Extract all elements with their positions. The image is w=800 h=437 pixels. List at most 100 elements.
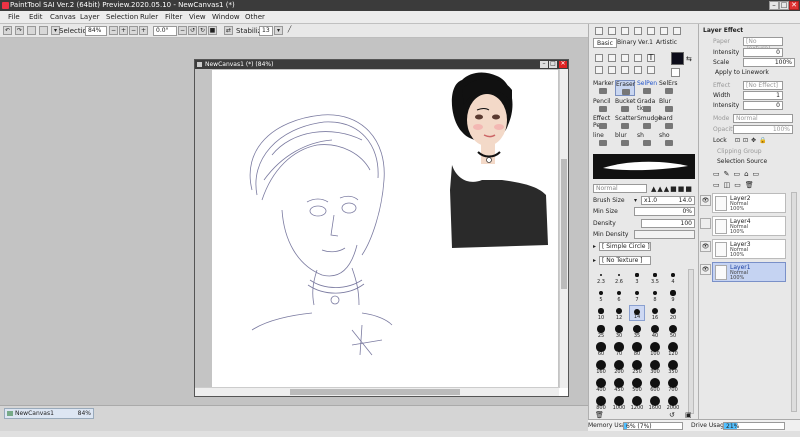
brush-size-option[interactable]: 1000	[611, 395, 627, 411]
brush-size-option[interactable]: 25	[593, 323, 609, 339]
zoom-fit-icon[interactable]: +	[139, 26, 148, 35]
hand-tool-icon[interactable]	[634, 66, 642, 74]
brush-size-option[interactable]: 10	[593, 305, 609, 321]
min-density-slider[interactable]	[634, 230, 695, 239]
zoom-out-icon[interactable]: −	[109, 26, 118, 35]
canvas-area[interactable]	[195, 69, 568, 388]
menu-canvas[interactable]: Canvas	[50, 13, 76, 21]
layer-action-icons-2[interactable]: ▭◫▭🗑	[713, 181, 758, 189]
tool-selers[interactable]: SelErs	[659, 80, 679, 96]
brush-size-option[interactable]: 20	[665, 305, 681, 321]
canvas-maximize-button[interactable]: □	[549, 61, 557, 68]
color-extra-icon[interactable]	[673, 27, 681, 35]
intensity-field[interactable]: 0	[743, 48, 783, 57]
tool-gradation[interactable]: Grada tion	[637, 98, 657, 114]
reset-icon[interactable]: ↺	[669, 411, 675, 419]
minimize-button[interactable]: –	[769, 1, 779, 10]
brush-size-option[interactable]: 200	[611, 359, 627, 375]
brush-size-option[interactable]: 8	[647, 287, 663, 303]
layer-list-scrollbar[interactable]	[791, 192, 797, 412]
secondary-color-swatch[interactable]	[671, 68, 680, 77]
tab-artistic[interactable]: Artistic	[653, 38, 680, 48]
tool-blur[interactable]: Blur	[659, 98, 679, 114]
brush-shape-icons[interactable]: ▲▲▲■■■	[651, 185, 693, 193]
canvas-minimize-button[interactable]: –	[540, 61, 548, 68]
tool-marker[interactable]: Marker	[593, 80, 614, 96]
layer4-visibility-icon[interactable]	[700, 218, 711, 229]
layer-action-icons[interactable]: ▭✎▭⌂▭	[713, 170, 763, 178]
selection-source-checkbox[interactable]: Selection Source	[717, 158, 767, 165]
color-hsv-icon[interactable]	[621, 27, 629, 35]
brush-shape-select[interactable]: [ Simple Circle ]	[599, 242, 651, 251]
angle-field[interactable]: 0.0°	[153, 26, 177, 36]
text-tool-icon[interactable]: T	[647, 54, 655, 62]
menu-file[interactable]: File	[8, 13, 20, 21]
brush-size-option[interactable]: 2.3	[593, 269, 609, 285]
canvas-vertical-scrollbar[interactable]	[559, 69, 568, 388]
mode-select[interactable]: Normal	[733, 114, 793, 123]
canvas-title-bar[interactable]: NewCanvas1 (*) (84%) – □ ✕	[195, 60, 568, 69]
brush-size-option[interactable]: 400	[593, 377, 609, 393]
layer3-visibility-icon[interactable]: 👁	[700, 241, 711, 252]
menu-other[interactable]: Other	[245, 13, 265, 21]
eyedrop2-icon[interactable]	[647, 66, 655, 74]
trash-icon[interactable]: 🗑	[595, 411, 604, 419]
color-rgb-icon[interactable]	[608, 27, 616, 35]
brush-size-option[interactable]: 1600	[647, 395, 663, 411]
swap-colors-icon[interactable]: ⇆	[686, 55, 692, 63]
tool-blur2[interactable]: blur	[615, 132, 635, 148]
eyedropper-icon[interactable]	[634, 54, 642, 62]
invert-selection-icon[interactable]	[39, 26, 48, 35]
brush-size-option[interactable]: 120	[665, 341, 681, 357]
brush-size-option[interactable]: 70	[611, 341, 627, 357]
brush-shape-expand-icon[interactable]: ▸	[593, 243, 596, 250]
brush-size-option[interactable]: 250	[629, 359, 645, 375]
primary-color-swatch[interactable]	[671, 52, 684, 65]
zoom-field[interactable]: 84%	[85, 26, 107, 36]
navigator-canvas-item[interactable]: NewCanvas1 84%	[4, 408, 94, 419]
brush-size-option[interactable]: 14	[629, 305, 645, 321]
menu-edit[interactable]: Edit	[29, 13, 43, 21]
close-button[interactable]: ✕	[789, 1, 799, 10]
color-wheel-icon[interactable]	[595, 27, 603, 35]
brush-size-option[interactable]: 6	[611, 287, 627, 303]
clipping-group-checkbox[interactable]: Clipping Group	[717, 148, 762, 155]
paper-select[interactable]: [No Texture]	[743, 37, 783, 52]
brush-size-option[interactable]: 4	[665, 269, 681, 285]
brush-size-option[interactable]: 2000	[665, 395, 681, 411]
layer1-visibility-icon[interactable]: 👁	[700, 264, 711, 275]
scale-field[interactable]: 100%	[743, 58, 795, 67]
apply-linework-checkbox[interactable]: Apply to Linework	[715, 69, 769, 76]
brush-size-slider[interactable]: x1.0 14.0	[641, 196, 695, 205]
horizontal-scroll-thumb[interactable]	[290, 389, 460, 395]
stabilizer-field[interactable]: 13	[259, 26, 273, 36]
tool-scatter[interactable]: Scatter	[615, 115, 637, 131]
layer-item-layer1[interactable]: Layer1 Normal 100%	[712, 262, 786, 282]
redo-icon[interactable]: ↷	[15, 26, 24, 35]
brush-texture-expand-icon[interactable]: ▸	[593, 257, 596, 264]
tool-effect-pen[interactable]: Effect Pen	[593, 115, 613, 131]
brush-size-option[interactable]: 500	[629, 377, 645, 393]
maximize-button[interactable]: □	[779, 1, 789, 10]
rotate-right-icon[interactable]: ↻	[198, 26, 207, 35]
tool-smudge[interactable]: Smudge	[637, 115, 662, 131]
brush-size-dropdown-icon[interactable]: ▾	[634, 197, 637, 204]
rotate-left-icon[interactable]: −	[178, 26, 187, 35]
brush-size-option[interactable]: 300	[647, 359, 663, 375]
brush-size-option[interactable]: 40	[647, 323, 663, 339]
tool-hard[interactable]: hard	[659, 115, 679, 131]
brush-size-option[interactable]: 9	[665, 287, 681, 303]
min-size-slider[interactable]: 0%	[634, 207, 695, 216]
brush-size-option[interactable]: 35	[629, 323, 645, 339]
color-scratch-icon[interactable]	[660, 27, 668, 35]
brush-size-option[interactable]: 3	[629, 269, 645, 285]
menu-window[interactable]: Window	[212, 13, 240, 21]
brush-size-option[interactable]: 60	[593, 341, 609, 357]
brush-size-option[interactable]: 160	[593, 359, 609, 375]
brush-size-option[interactable]: 12	[611, 305, 627, 321]
select-rect-icon[interactable]	[595, 54, 603, 62]
layer2-visibility-icon[interactable]: 👁	[700, 195, 711, 206]
brush-size-option[interactable]: 30	[611, 323, 627, 339]
intensity2-field[interactable]: 0	[743, 101, 783, 110]
brush-size-option[interactable]: 3.5	[647, 269, 663, 285]
